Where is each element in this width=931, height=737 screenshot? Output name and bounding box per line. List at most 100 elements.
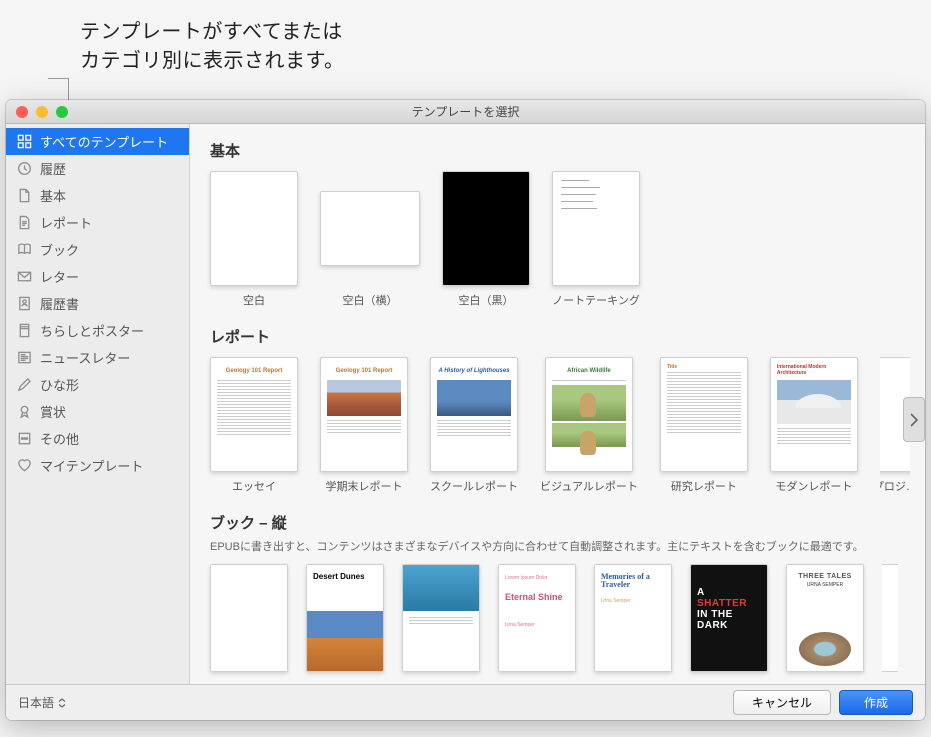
titlebar: テンプレートを選択 <box>6 100 925 124</box>
sidebar-item-other[interactable]: その他 <box>6 425 189 452</box>
sidebar-item-reports[interactable]: レポート <box>6 209 189 236</box>
footer-bar: 日本語 キャンセル 作成 <box>6 684 925 720</box>
cancel-button[interactable]: キャンセル <box>733 690 831 715</box>
callout-text: テンプレートがすべてまたは カテゴリ別に表示されます。 <box>80 18 345 76</box>
template-thumbnail: Geology 101 Report <box>320 357 408 472</box>
sidebar-item-flyers-posters[interactable]: ちらしとポスター <box>6 317 189 344</box>
sidebar-item-label: ひな形 <box>40 375 79 394</box>
template-thumbnail <box>442 171 530 286</box>
template-note-taking[interactable]: ノートテーキング <box>552 171 640 308</box>
template-term-paper[interactable]: Geology 101 Report 学期末レポート <box>320 357 408 494</box>
template-label: 空白 <box>243 292 265 308</box>
ribbon-icon <box>16 404 32 420</box>
template-book-1[interactable] <box>210 564 288 672</box>
template-thumbnail: Title <box>660 357 748 472</box>
template-book-7[interactable]: THREE TALESURNA SEMPER <box>786 564 864 672</box>
close-window-button[interactable] <box>16 106 28 118</box>
template-essay[interactable]: Geology 101 Report エッセイ <box>210 357 298 494</box>
template-thumbnail <box>882 564 898 672</box>
section-desc-book: EPUBに書き出すと、コンテンツはさまざまなデバイスや方向に合わせて自動調整され… <box>210 539 925 556</box>
sidebar-item-label: ブック <box>40 240 79 259</box>
template-modern-report[interactable]: International Modern Architecture モダンレポー… <box>770 357 858 494</box>
book-icon <box>16 242 32 258</box>
template-thumbnail <box>402 564 480 672</box>
sidebar-item-my-templates[interactable]: マイテンプレート <box>6 452 189 479</box>
template-label: 空白（横） <box>343 292 398 308</box>
template-thumbnail: Desert Dunes <box>306 564 384 672</box>
sidebar-item-label: すべてのテンプレート <box>40 132 168 151</box>
template-label: ビジュアルレポート <box>540 478 638 494</box>
template-blank-landscape[interactable]: 空白（横） <box>320 171 420 308</box>
sidebar-item-label: マイテンプレート <box>40 456 143 475</box>
template-school-report[interactable]: A History of Lighthouses スクールレポート <box>430 357 518 494</box>
sidebar-item-label: 賞状 <box>40 402 66 421</box>
template-row-basic: 空白 空白（横） 空白（黒） ノートテーキング <box>210 171 925 308</box>
template-label: ノートテーキング <box>552 292 640 308</box>
sidebar-item-label: その他 <box>40 429 79 448</box>
template-book-3[interactable] <box>402 564 480 672</box>
template-book-5[interactable]: Memories of a TravelerUrna Semper <box>594 564 672 672</box>
template-content-area[interactable]: 基本 空白 空白（横） 空白（黒） ノートテ <box>190 124 925 684</box>
more-icon <box>16 431 32 447</box>
sidebar-item-label: 履歴 <box>40 159 66 178</box>
template-label: プロジ… <box>880 478 910 494</box>
newspaper-icon <box>16 350 32 366</box>
template-thumbnail: Memories of a TravelerUrna Semper <box>594 564 672 672</box>
language-selector[interactable]: 日本語 <box>18 694 66 711</box>
sidebar-item-letters[interactable]: レター <box>6 263 189 290</box>
template-thumbnail: Lorem Ipsum DolorEternal ShineUrna Sempe… <box>498 564 576 672</box>
template-thumbnail: A History of Lighthouses <box>430 357 518 472</box>
template-book-8-partial[interactable] <box>882 564 898 672</box>
sidebar-item-label: レター <box>40 267 79 286</box>
template-label: 研究レポート <box>671 478 737 494</box>
sidebar-item-resumes[interactable]: 履歴書 <box>6 290 189 317</box>
create-button[interactable]: 作成 <box>839 690 913 715</box>
language-label: 日本語 <box>18 694 54 711</box>
template-blank-black[interactable]: 空白（黒） <box>442 171 530 308</box>
heart-icon <box>16 458 32 474</box>
sidebar-item-basic[interactable]: 基本 <box>6 182 189 209</box>
template-thumbnail: ASHATTERIN THEDARK <box>690 564 768 672</box>
template-label: 学期末レポート <box>326 478 403 494</box>
template-blank[interactable]: 空白 <box>210 171 298 308</box>
zoom-window-button[interactable] <box>56 106 68 118</box>
template-thumbnail <box>210 171 298 286</box>
template-thumbnail <box>552 171 640 286</box>
template-chooser-window: テンプレートを選択 すべてのテンプレート 履歴 基本 レポート ブック <box>6 100 925 720</box>
template-book-6[interactable]: ASHATTERIN THEDARK <box>690 564 768 672</box>
template-label: スクールレポート <box>430 478 518 494</box>
sidebar-item-label: レポート <box>40 213 92 232</box>
clock-icon <box>16 161 32 177</box>
sidebar-item-recents[interactable]: 履歴 <box>6 155 189 182</box>
template-visual-report[interactable]: African Wildlife ビジュアルレポート <box>540 357 638 494</box>
sidebar-item-books[interactable]: ブック <box>6 236 189 263</box>
template-thumbnail: Geology 101 Report <box>210 357 298 472</box>
template-book-4[interactable]: Lorem Ipsum DolorEternal ShineUrna Sempe… <box>498 564 576 672</box>
minimize-window-button[interactable] <box>36 106 48 118</box>
template-row-book: Desert Dunes Lorem Ipsum DolorEternal Sh… <box>210 564 925 672</box>
template-label: エッセイ <box>232 478 276 494</box>
template-label: モダンレポート <box>775 478 852 494</box>
template-thumbnail <box>210 564 288 672</box>
chevron-right-icon <box>909 413 919 427</box>
pencil-icon <box>16 377 32 393</box>
poster-icon <box>16 323 32 339</box>
category-sidebar: すべてのテンプレート 履歴 基本 レポート ブック レター <box>6 124 190 684</box>
sidebar-item-label: ニュースレター <box>40 348 130 367</box>
sidebar-item-newsletters[interactable]: ニュースレター <box>6 344 189 371</box>
document-icon <box>16 188 32 204</box>
sidebar-item-all-templates[interactable]: すべてのテンプレート <box>6 128 189 155</box>
template-book-2[interactable]: Desert Dunes <box>306 564 384 672</box>
scroll-right-button[interactable] <box>903 397 925 442</box>
template-thumbnail: International Modern Architecture <box>770 357 858 472</box>
document-lines-icon <box>16 215 32 231</box>
sidebar-item-certificates[interactable]: 賞状 <box>6 398 189 425</box>
sidebar-item-label: 履歴書 <box>40 294 79 313</box>
section-title-book: ブック – 縦 <box>210 512 925 533</box>
sidebar-item-label: 基本 <box>40 186 66 205</box>
template-thumbnail: African Wildlife <box>545 357 633 472</box>
window-title: テンプレートを選択 <box>412 103 520 120</box>
template-research-paper[interactable]: Title 研究レポート <box>660 357 748 494</box>
grid-icon <box>16 134 32 150</box>
sidebar-item-stationery[interactable]: ひな形 <box>6 371 189 398</box>
